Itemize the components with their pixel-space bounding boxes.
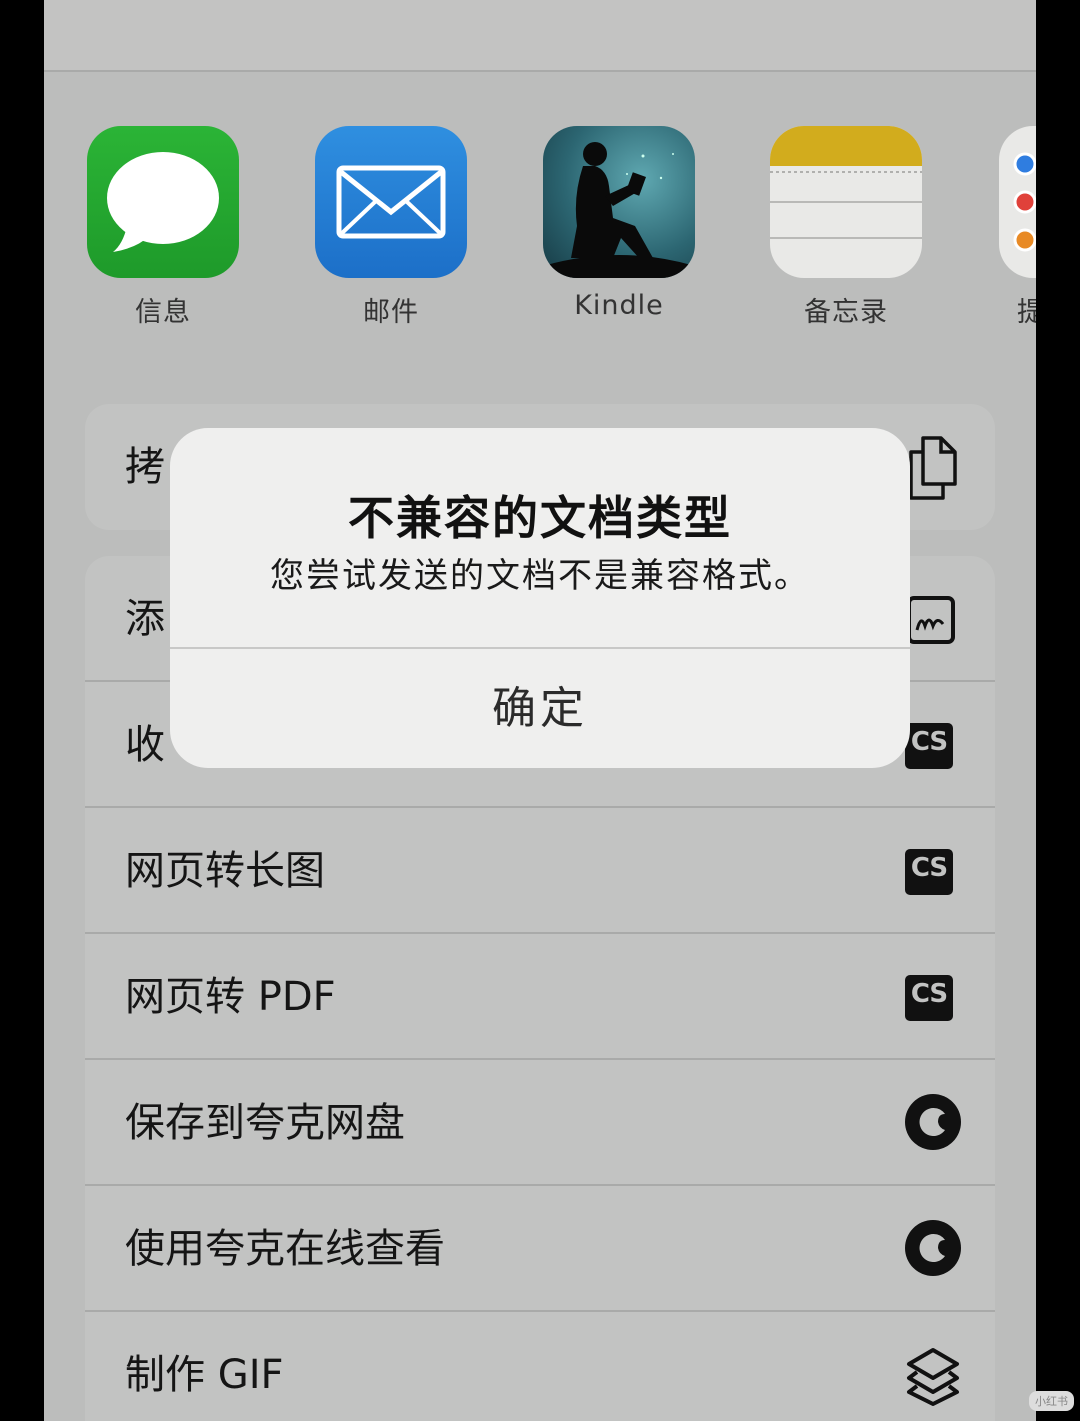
action-label: 添: [125, 596, 165, 642]
action-label: 保存到夸克网盘: [125, 1100, 405, 1146]
mail-icon: [315, 126, 467, 278]
action-row[interactable]: 保存到夸克网盘: [85, 1060, 995, 1186]
action-row[interactable]: 制作 GIF: [85, 1312, 995, 1421]
camscanner-icon: CS: [905, 972, 957, 1024]
kindle-icon: [543, 126, 695, 278]
app-mail[interactable]: 邮件: [315, 126, 467, 329]
action-row[interactable]: 网页转 PDF CS: [85, 934, 995, 1060]
action-label: 网页转 PDF: [125, 974, 336, 1020]
copy-icon: [905, 434, 957, 500]
action-label: 使用夸克在线查看: [125, 1226, 445, 1272]
camscanner-icon: CS: [905, 846, 957, 898]
alert-message: 您尝试发送的文档不是兼容格式。: [270, 556, 810, 596]
alert-title: 不兼容的文档类型: [348, 491, 732, 545]
camscanner-icon: CS: [905, 720, 957, 772]
app-kindle[interactable]: Kindle: [543, 126, 695, 321]
app-reminders[interactable]: 提: [999, 126, 1036, 329]
app-label: Kindle: [574, 290, 664, 321]
markup-icon: [905, 594, 957, 646]
action-label: 制作 GIF: [125, 1352, 284, 1398]
shortcuts-icon: [905, 1346, 959, 1406]
quark-icon: [905, 1220, 961, 1276]
quark-icon: [905, 1094, 961, 1150]
action-row[interactable]: 网页转长图 CS: [85, 808, 995, 934]
copy-label: 拷: [125, 444, 165, 490]
action-label: 网页转长图: [125, 848, 325, 894]
app-label: 提: [1017, 297, 1036, 328]
app-messages[interactable]: 信息: [87, 126, 239, 329]
reminders-icon: [999, 126, 1036, 278]
app-label: 备忘录: [804, 297, 888, 328]
notes-icon: [770, 126, 922, 278]
ok-button[interactable]: 确定: [170, 649, 910, 768]
action-label: 收: [125, 722, 165, 768]
incompatible-document-alert: 不兼容的文档类型 您尝试发送的文档不是兼容格式。 确定: [170, 428, 910, 768]
messages-icon: [87, 126, 239, 278]
watermark: 小红书: [1029, 1391, 1074, 1411]
share-sheet-header: [44, 0, 1036, 72]
app-label: 邮件: [363, 297, 419, 328]
app-label: 信息: [135, 297, 191, 328]
app-notes[interactable]: 备忘录: [770, 126, 922, 329]
action-row[interactable]: 使用夸克在线查看: [85, 1186, 995, 1312]
